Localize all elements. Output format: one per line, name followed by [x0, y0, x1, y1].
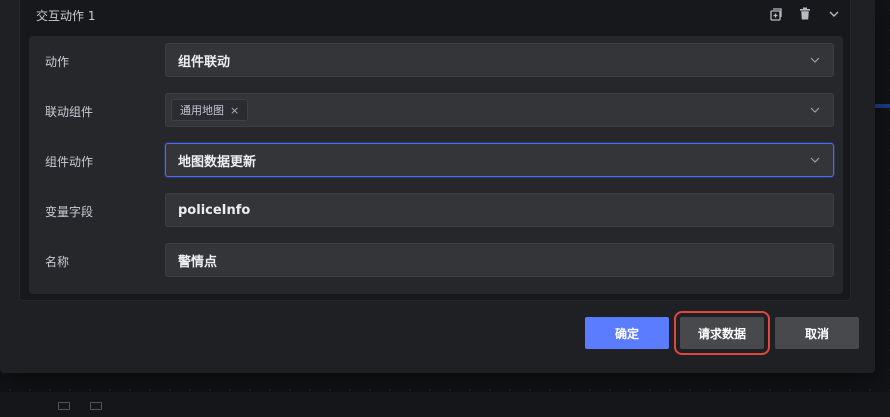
linked-component-label: 联动组件: [45, 105, 94, 119]
panel-title: 交互动作 1: [36, 9, 96, 23]
interaction-action-panel: 交互动作 1 动作 组件联动 联动组件 通用地图 × 组件动作 地图数据更新 变…: [19, 0, 851, 301]
background-accent: [875, 104, 890, 108]
linked-component-select[interactable]: 通用地图 ×: [165, 93, 834, 127]
chevron-down-icon: [809, 104, 821, 116]
name-label: 名称: [45, 255, 70, 269]
interaction-modal: 交互动作 1 动作 组件联动 联动组件 通用地图 × 组件动作 地图数据更新 变…: [0, 0, 875, 373]
component-action-label: 组件动作: [45, 155, 94, 169]
confirm-button[interactable]: 确定: [585, 317, 669, 349]
modal-footer-buttons: 确定 请求数据 取消: [585, 311, 859, 355]
request-data-button[interactable]: 请求数据: [674, 311, 770, 355]
variable-field-label: 变量字段: [45, 205, 94, 219]
action-select[interactable]: 组件联动: [165, 43, 834, 77]
selected-component-tag-label: 通用地图: [180, 104, 224, 117]
selected-component-tag: 通用地图 ×: [171, 99, 249, 121]
row-name: 名称 警情点: [29, 243, 843, 277]
cancel-button[interactable]: 取消: [775, 317, 859, 349]
action-label: 动作: [45, 55, 70, 69]
trash-icon[interactable]: [797, 6, 813, 22]
row-action: 动作 组件联动: [29, 43, 843, 77]
component-action-value: 地图数据更新: [178, 154, 257, 170]
component-action-select[interactable]: 地图数据更新: [165, 143, 834, 177]
remove-tag-icon[interactable]: ×: [230, 104, 239, 117]
bottom-toolbar: [0, 392, 890, 417]
name-input[interactable]: 警情点: [165, 243, 834, 277]
variable-field-input[interactable]: policeInfo: [165, 193, 834, 227]
row-variable-field: 变量字段 policeInfo: [29, 193, 843, 227]
toolbar-mini-icon: [58, 402, 70, 410]
action-select-value: 组件联动: [178, 54, 231, 70]
variable-field-value: policeInfo: [178, 202, 251, 218]
panel-header: 交互动作 1: [20, 0, 850, 34]
chevron-down-icon: [809, 54, 821, 66]
toolbar-mini-icon: [90, 402, 102, 410]
row-linked-component: 联动组件 通用地图 ×: [29, 93, 843, 127]
row-component-action: 组件动作 地图数据更新: [29, 143, 843, 177]
action-form: 动作 组件联动 联动组件 通用地图 × 组件动作 地图数据更新 变量字段 pol…: [29, 36, 843, 294]
add-copy-icon[interactable]: [768, 6, 784, 22]
chevron-down-icon: [809, 154, 821, 166]
chevron-down-icon[interactable]: [826, 6, 842, 22]
name-value: 警情点: [178, 254, 218, 270]
panel-header-actions: [768, 6, 842, 22]
